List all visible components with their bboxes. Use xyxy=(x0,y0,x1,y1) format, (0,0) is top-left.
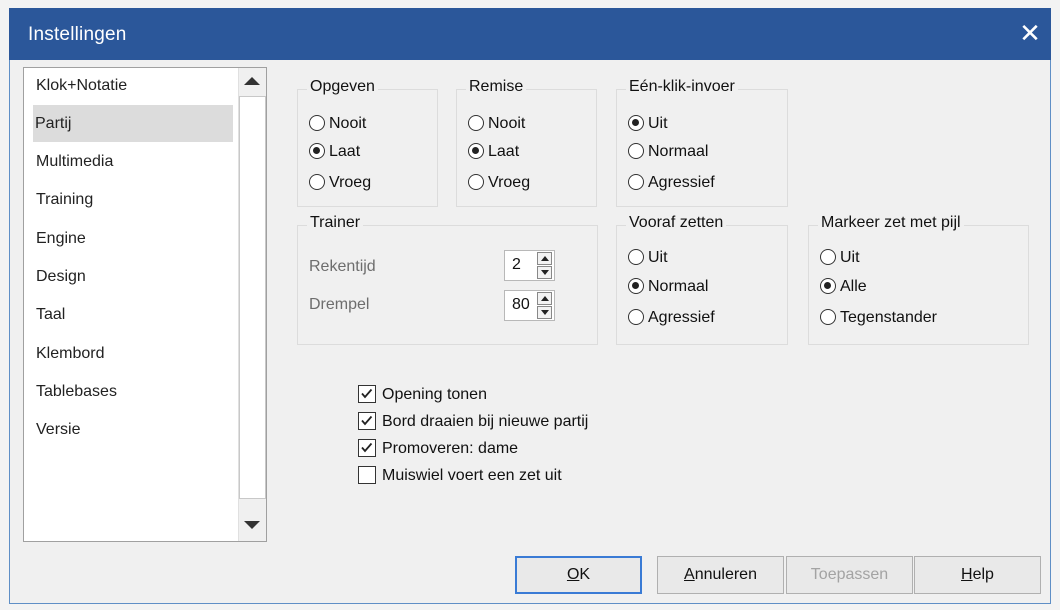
sidebar-item-label: Taal xyxy=(36,306,66,323)
radio-label: Uit xyxy=(840,249,860,266)
radio-unselected-icon[interactable] xyxy=(820,249,836,265)
radio-label: Uit xyxy=(648,115,668,132)
radio-label: Laat xyxy=(329,143,361,160)
group-title-remise: Remise xyxy=(466,78,527,96)
group-title-een-klik: Eén-klik-invoer xyxy=(626,78,738,96)
sidebar-item-klembord[interactable]: Klembord xyxy=(34,335,234,372)
drempel-value[interactable]: 80 xyxy=(512,296,530,314)
checkbox-label: Opening tonen xyxy=(382,386,487,403)
help-button-accel: H xyxy=(961,566,973,583)
sidebar-item-label: Partij xyxy=(35,115,72,132)
sidebar-item-label: Multimedia xyxy=(36,153,114,170)
radio-unselected-icon[interactable] xyxy=(820,309,836,325)
rekentijd-up-icon[interactable] xyxy=(537,252,552,265)
annuleren-button[interactable]: Annuleren xyxy=(657,556,784,594)
checkmark-icon[interactable] xyxy=(358,385,376,403)
group-trainer xyxy=(297,225,598,345)
title-bar: Instellingen ✕ xyxy=(9,8,1051,60)
group-title-trainer: Trainer xyxy=(307,214,364,232)
sidebar-item-taal[interactable]: Taal xyxy=(34,296,234,333)
drempel-down-icon[interactable] xyxy=(537,306,552,319)
radio-unselected-icon[interactable] xyxy=(628,309,644,325)
sidebar-item-engine[interactable]: Engine xyxy=(34,220,234,257)
annuleren-button-accel: A xyxy=(684,566,695,583)
radio-unselected-icon[interactable] xyxy=(468,115,484,131)
radio-label: Agressief xyxy=(648,174,715,191)
radio-unselected-icon[interactable] xyxy=(309,115,325,131)
sidebar-item-multimedia[interactable]: Multimedia xyxy=(34,143,234,180)
rekentijd-label: Rekentijd xyxy=(309,258,376,275)
checkmark-icon[interactable] xyxy=(358,439,376,457)
sidebar-item-design[interactable]: Design xyxy=(34,258,234,295)
checkbox-label: Bord draaien bij nieuwe partij xyxy=(382,413,589,430)
group-title-opgeven: Opgeven xyxy=(307,78,378,96)
radio-selected-icon[interactable] xyxy=(628,115,644,131)
radio-selected-icon[interactable] xyxy=(309,143,325,159)
radio-label: Agressief xyxy=(648,309,715,326)
ok-button-accel: O xyxy=(566,566,580,583)
radio-label: Nooit xyxy=(329,115,367,132)
group-title-markeer: Markeer zet met pijl xyxy=(818,214,964,232)
radio-label: Vroeg xyxy=(329,174,372,191)
radio-label: Uit xyxy=(648,249,668,266)
scroll-thumb[interactable] xyxy=(239,96,266,499)
ok-button-label: K xyxy=(579,566,591,583)
radio-label: Tegenstander xyxy=(840,309,937,326)
radio-label: Normaal xyxy=(648,143,709,160)
radio-unselected-icon[interactable] xyxy=(628,249,644,265)
group-title-vooraf: Vooraf zetten xyxy=(626,214,727,232)
checkbox-empty-icon[interactable] xyxy=(358,466,376,484)
radio-unselected-icon[interactable] xyxy=(468,174,484,190)
scroll-up-icon[interactable] xyxy=(244,77,260,85)
drempel-label: Drempel xyxy=(309,296,370,313)
radio-unselected-icon[interactable] xyxy=(628,143,644,159)
help-button[interactable]: Help xyxy=(914,556,1041,594)
sidebar-item-label: Versie xyxy=(36,421,81,438)
checkbox-label: Promoveren: dame xyxy=(382,440,519,457)
drempel-stepper[interactable]: 80 xyxy=(504,290,555,321)
rekentijd-value[interactable]: 2 xyxy=(512,256,521,274)
toepassen-button[interactable]: Toepassen xyxy=(786,556,913,594)
rekentijd-down-icon[interactable] xyxy=(537,266,552,279)
rekentijd-stepper[interactable]: 2 xyxy=(504,250,555,281)
sidebar-item-label: Klok+Notatie xyxy=(36,77,128,94)
sidebar-item-label: Training xyxy=(36,191,94,208)
sidebar-item-partij[interactable]: Partij xyxy=(33,105,233,142)
radio-selected-icon[interactable] xyxy=(820,278,836,294)
sidebar-item-tablebases[interactable]: Tablebases xyxy=(34,373,234,410)
ok-button[interactable]: OK xyxy=(515,556,642,594)
radio-label: Vroeg xyxy=(488,174,531,191)
radio-label: Alle xyxy=(840,278,867,295)
annuleren-button-label: nnuleren xyxy=(694,566,757,583)
sidebar-item-label: Tablebases xyxy=(36,383,117,400)
radio-label: Nooit xyxy=(488,115,526,132)
drempel-up-icon[interactable] xyxy=(537,292,552,305)
radio-selected-icon[interactable] xyxy=(468,143,484,159)
scroll-down-icon[interactable] xyxy=(244,521,260,529)
sidebar-item-training[interactable]: Training xyxy=(34,181,234,218)
radio-label: Normaal xyxy=(648,278,709,295)
sidebar-item-label: Design xyxy=(36,268,86,285)
sidebar-item-label: Engine xyxy=(36,230,86,247)
close-icon[interactable]: ✕ xyxy=(1015,18,1045,48)
checkmark-icon[interactable] xyxy=(358,412,376,430)
list-scrollbar[interactable] xyxy=(238,68,266,541)
radio-unselected-icon[interactable] xyxy=(628,174,644,190)
help-button-label: elp xyxy=(972,566,994,583)
sidebar-item-klok-notatie[interactable]: Klok+Notatie xyxy=(34,67,234,104)
checkbox-label: Muiswiel voert een zet uit xyxy=(382,467,562,484)
window-title: Instellingen xyxy=(28,24,127,45)
radio-unselected-icon[interactable] xyxy=(309,174,325,190)
sidebar-item-label: Klembord xyxy=(36,345,105,362)
radio-label: Laat xyxy=(488,143,520,160)
radio-selected-icon[interactable] xyxy=(628,278,644,294)
sidebar-item-versie[interactable]: Versie xyxy=(34,411,234,448)
